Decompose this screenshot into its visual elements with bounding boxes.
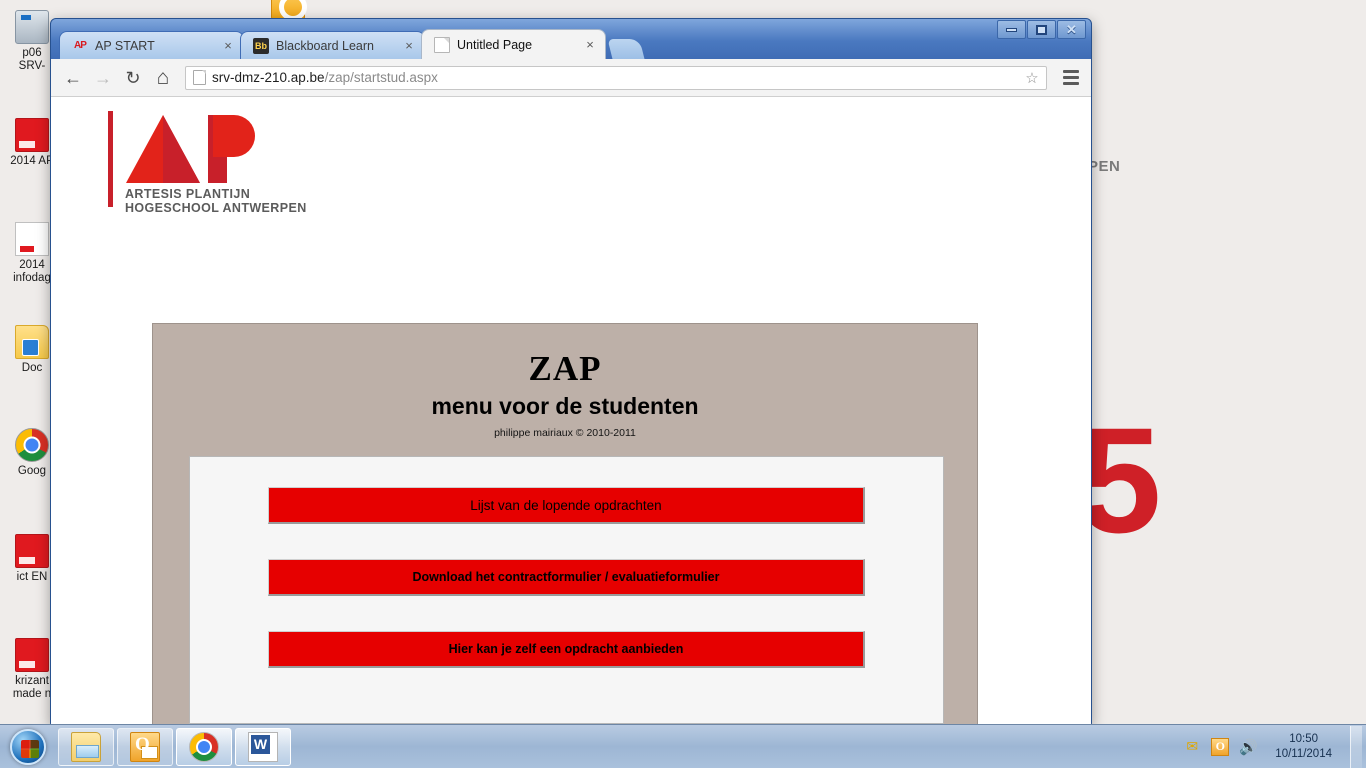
browser-toolbar: ← → ↻ ⌂ srv-dmz-210.ap.be/zap/startstud.… <box>51 59 1091 97</box>
tab-label: Untitled Page <box>457 37 533 52</box>
address-bar-url: srv-dmz-210.ap.be/zap/startstud.aspx <box>212 70 1022 85</box>
button-lijst-lopende-opdrachten[interactable]: Lijst van de lopende opdrachten <box>268 487 865 524</box>
computer-icon <box>15 10 49 44</box>
pdf-file-icon <box>15 534 49 568</box>
tab-untitled-page[interactable]: Untitled Page × <box>421 29 606 59</box>
logo-p-bowl <box>213 115 255 157</box>
tab-label: AP START <box>95 38 155 53</box>
system-tray: ✉ O 🔊 10:50 10/11/2014 <box>1183 725 1366 768</box>
taskbar-item-explorer[interactable] <box>58 727 114 766</box>
forward-icon[interactable]: → <box>89 64 117 92</box>
maximize-icon <box>1036 24 1047 35</box>
clock-date: 10/11/2014 <box>1275 747 1332 760</box>
orange-app-icon <box>271 0 307 21</box>
windows-start-orb-icon <box>10 728 46 765</box>
close-button[interactable]: ✕ <box>1057 20 1086 39</box>
maximize-button[interactable] <box>1027 20 1056 39</box>
start-button[interactable] <box>4 727 52 767</box>
desktop: PEN 5 p06 SRV- 2014 AP 2014 infodag Doc … <box>0 0 1366 768</box>
logo-a-triangle-dark <box>163 115 200 183</box>
logo-wordmark: ARTESIS PLANTIJN HOGESCHOOL ANTWERPEN <box>125 187 307 215</box>
new-tab-button[interactable] <box>607 39 645 59</box>
hamburger-line <box>1063 70 1079 73</box>
pdf-file-icon <box>15 638 49 672</box>
url-host: srv-dmz-210.ap.be <box>212 70 325 85</box>
taskbar-pinned-items <box>58 727 291 766</box>
folder-icon <box>15 325 49 359</box>
page-favicon <box>434 36 450 53</box>
window-controls: ✕ <box>996 20 1086 39</box>
chrome-browser-window: ✕ AP AP START × Bb Blackboard Learn × Un… <box>50 18 1092 725</box>
page-viewport: ARTESIS PLANTIJN HOGESCHOOL ANTWERPEN ZA… <box>51 97 1091 725</box>
show-desktop-button[interactable] <box>1350 725 1362 768</box>
minimize-icon <box>1006 27 1017 32</box>
tab-label: Blackboard Learn <box>276 38 374 53</box>
word-icon <box>248 731 278 762</box>
taskbar-item-outlook[interactable] <box>117 727 173 766</box>
home-icon[interactable]: ⌂ <box>149 64 177 92</box>
ap-hogeschool-logo: ARTESIS PLANTIJN HOGESCHOOL ANTWERPEN <box>108 107 338 217</box>
page-subtitle: menu voor de studenten <box>431 393 699 419</box>
tab-close-icon[interactable]: × <box>221 38 235 53</box>
url-path: /zap/startstud.aspx <box>324 70 438 85</box>
button-download-contractformulier[interactable]: Download het contractformulier / evaluat… <box>268 559 865 596</box>
envelope-icon[interactable]: ✉ <box>1183 738 1201 756</box>
browser-titlebar[interactable]: ✕ AP AP START × Bb Blackboard Learn × Un… <box>51 19 1091 59</box>
taskbar-item-chrome[interactable] <box>176 727 232 766</box>
page-credit: philippe mairiaux © 2010-2011 <box>494 427 636 439</box>
chrome-menu-icon[interactable] <box>1059 65 1083 91</box>
blackboard-favicon: Bb <box>253 37 269 54</box>
back-icon[interactable]: ← <box>59 64 87 92</box>
minimize-button[interactable] <box>997 20 1026 39</box>
tab-strip: AP AP START × Bb Blackboard Learn × Unti… <box>59 29 645 59</box>
taskbar-clock[interactable]: 10:50 10/11/2014 <box>1267 732 1340 762</box>
pdf-file-icon <box>15 118 49 152</box>
logo-bar <box>108 111 113 207</box>
windows-taskbar: ✉ O 🔊 10:50 10/11/2014 <box>0 724 1366 768</box>
menu-button-stack: Lijst van de lopende opdrachten Download… <box>190 457 943 668</box>
speaker-icon[interactable]: 🔊 <box>1239 738 1258 756</box>
taskbar-item-word[interactable] <box>235 727 291 766</box>
tab-close-icon[interactable]: × <box>583 37 597 52</box>
document-file-icon <box>15 222 49 256</box>
chrome-shortcut-icon <box>15 428 49 462</box>
tab-blackboard-learn[interactable]: Bb Blackboard Learn × <box>240 31 425 59</box>
chrome-icon <box>189 731 219 762</box>
button-opdracht-aanbieden[interactable]: Hier kan je zelf een opdracht aanbieden <box>268 631 865 668</box>
windows-explorer-icon <box>71 731 101 762</box>
tab-ap-start[interactable]: AP AP START × <box>59 31 244 59</box>
outlook-tray-icon[interactable]: O <box>1211 737 1230 756</box>
hamburger-line <box>1063 76 1079 79</box>
wallpaper-text: PEN <box>1088 158 1121 175</box>
menu-panel: Lijst van de lopende opdrachten Download… <box>189 456 944 724</box>
page-info-icon[interactable] <box>193 70 206 85</box>
outlook-icon <box>130 731 160 762</box>
page-title: ZAP <box>528 349 602 388</box>
ap-logo-favicon: AP <box>74 40 87 51</box>
bookmark-star-icon[interactable]: ☆ <box>1022 68 1042 88</box>
address-bar[interactable]: srv-dmz-210.ap.be/zap/startstud.aspx ☆ <box>185 65 1047 90</box>
tab-close-icon[interactable]: × <box>402 38 416 53</box>
clock-time: 10:50 <box>1289 732 1319 745</box>
reload-icon[interactable]: ↻ <box>119 64 147 92</box>
close-icon: ✕ <box>1066 21 1077 37</box>
zap-panel: ZAP menu voor de studenten philippe mair… <box>152 323 978 725</box>
hamburger-line <box>1063 82 1079 85</box>
